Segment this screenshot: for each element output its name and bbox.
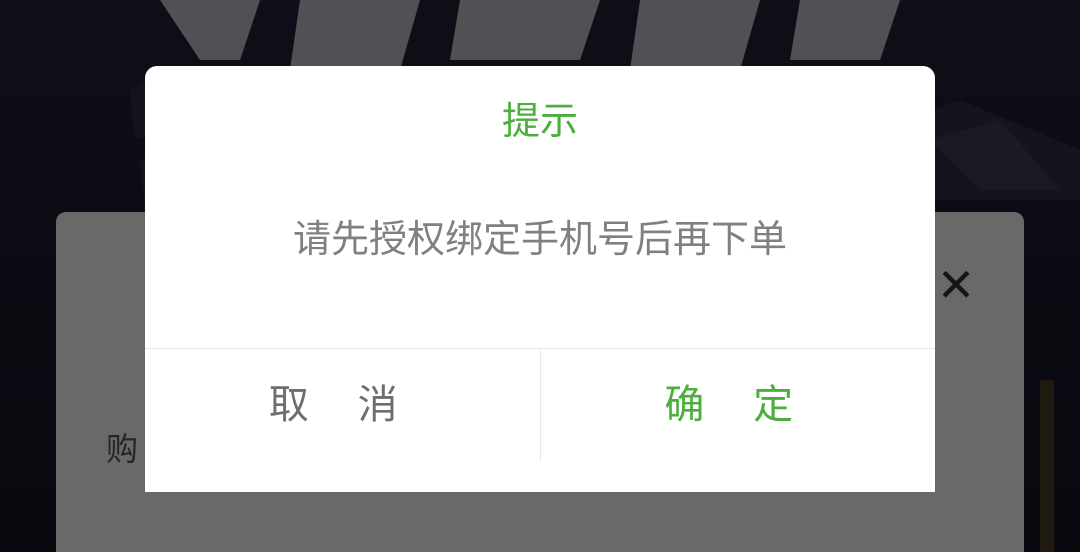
- dialog-message: 请先授权绑定手机号后再下单: [292, 217, 787, 261]
- confirm-button[interactable]: 确 定: [541, 349, 936, 461]
- dialog-footer: 取 消 确 定: [145, 348, 935, 492]
- dialog-title: 提示: [501, 99, 578, 143]
- confirm-dialog: 提示 请先授权绑定手机号后再下单 取 消 确 定: [145, 66, 935, 492]
- screen: ✕ 购 提示 请先授权绑定手机号后再下单 取 消 确 定: [0, 0, 1080, 552]
- cancel-button[interactable]: 取 消: [145, 349, 541, 461]
